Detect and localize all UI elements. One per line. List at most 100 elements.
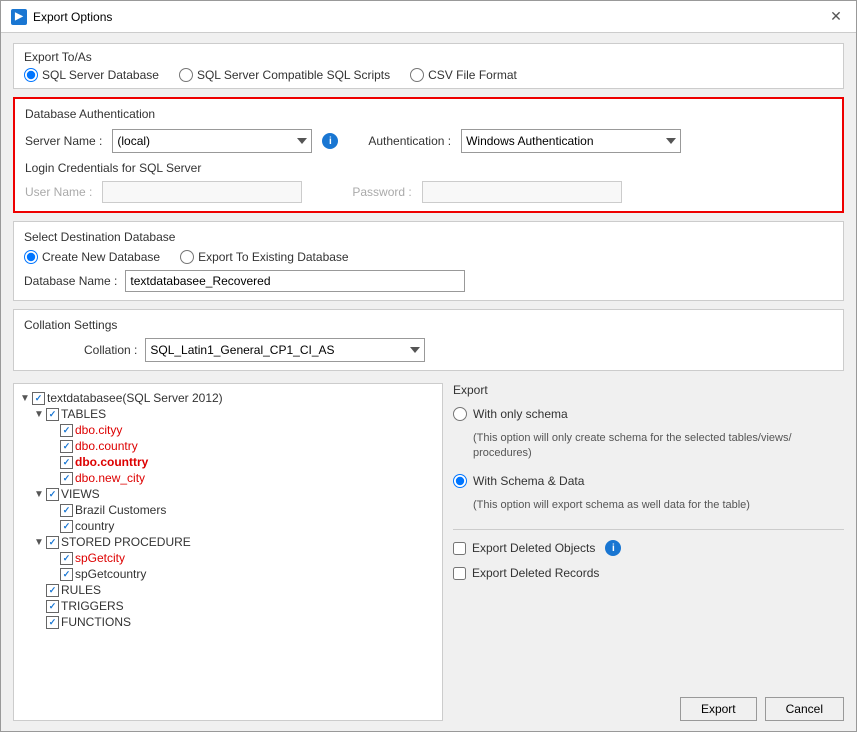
dbname-input[interactable] [125, 270, 465, 292]
radio-sql-scripts[interactable]: SQL Server Compatible SQL Scripts [179, 68, 390, 82]
export-deleted-objects-label: Export Deleted Objects [472, 541, 595, 555]
cityy-label: dbo.cityy [75, 423, 122, 437]
radio-export-existing-input[interactable] [180, 250, 194, 264]
divider [453, 529, 844, 530]
functions-checkbox[interactable] [46, 616, 59, 629]
tree-rules[interactable]: RULES [20, 582, 436, 598]
export-button[interactable]: Export [680, 697, 757, 721]
cancel-button[interactable]: Cancel [765, 697, 844, 721]
cityy-checkbox[interactable] [60, 424, 73, 437]
rules-label: RULES [61, 583, 101, 597]
schema-only-label: With only schema [473, 407, 568, 421]
country-view-checkbox[interactable] [60, 520, 73, 533]
collation-select[interactable]: SQL_Latin1_General_CP1_CI_AS [145, 338, 425, 362]
dest-db-title: Select Destination Database [24, 230, 833, 244]
tree-cityy[interactable]: dbo.cityy [20, 422, 436, 438]
spgetcountry-label: spGetcountry [75, 567, 146, 581]
db-auth-title: Database Authentication [25, 107, 832, 121]
counttry-checkbox[interactable] [60, 456, 73, 469]
credentials-title: Login Credentials for SQL Server [25, 161, 832, 175]
tree-country[interactable]: dbo.country [20, 438, 436, 454]
radio-export-existing[interactable]: Export To Existing Database [180, 250, 349, 264]
new-city-checkbox[interactable] [60, 472, 73, 485]
views-expand-icon: ▼ [34, 489, 44, 500]
tree-spgetcity[interactable]: spGetcity [20, 550, 436, 566]
export-options-dialog: ▶ Export Options ✕ Export To/As SQL Serv… [0, 0, 857, 732]
tree-new-city[interactable]: dbo.new_city [20, 470, 436, 486]
dest-db-options-row: Create New Database Export To Existing D… [24, 250, 833, 264]
country-checkbox[interactable] [60, 440, 73, 453]
radio-sql-scripts-label: SQL Server Compatible SQL Scripts [197, 68, 390, 82]
export-to-header: Export To/As [24, 50, 833, 64]
dbname-label: Database Name : [24, 274, 117, 288]
tables-checkbox[interactable] [46, 408, 59, 421]
server-name-select[interactable]: (local) [112, 129, 312, 153]
export-deleted-records-checkbox[interactable] [453, 567, 466, 580]
credentials-section: Login Credentials for SQL Server User Na… [25, 161, 832, 203]
schema-only-description: (This option will only create schema for… [473, 431, 844, 462]
auth-select[interactable]: Windows Authentication [461, 129, 681, 153]
rules-checkbox[interactable] [46, 584, 59, 597]
export-deleted-info-icon[interactable]: i [605, 540, 621, 556]
schema-data-description: (This option will export schema as well … [473, 498, 844, 513]
tree-triggers[interactable]: TRIGGERS [20, 598, 436, 614]
schema-data-option[interactable]: With Schema & Data [453, 474, 844, 488]
bottom-area: ▼ textdatabasee(SQL Server 2012) ▼ TABLE… [13, 383, 844, 721]
tree-tables[interactable]: ▼ TABLES [20, 406, 436, 422]
password-input[interactable] [422, 181, 622, 203]
auth-label: Authentication : [368, 134, 451, 148]
tree-brazil[interactable]: Brazil Customers [20, 502, 436, 518]
username-input[interactable] [102, 181, 302, 203]
tree-counttry[interactable]: dbo.counttry [20, 454, 436, 470]
radio-sql-db-label: SQL Server Database [42, 68, 159, 82]
spgetcity-checkbox[interactable] [60, 552, 73, 565]
functions-label: FUNCTIONS [61, 615, 131, 629]
cred-row: User Name : Password : [25, 181, 832, 203]
root-expand-icon: ▼ [20, 393, 30, 404]
tree-stored-proc[interactable]: ▼ STORED PROCEDURE [20, 534, 436, 550]
radio-create-new-input[interactable] [24, 250, 38, 264]
radio-create-new[interactable]: Create New Database [24, 250, 160, 264]
schema-data-radio[interactable] [453, 474, 467, 488]
export-panel: Export With only schema (This option wil… [453, 383, 844, 721]
root-checkbox[interactable] [32, 392, 45, 405]
export-deleted-objects-row[interactable]: Export Deleted Objects i [453, 540, 844, 556]
tree-views[interactable]: ▼ VIEWS [20, 486, 436, 502]
sp-expand-icon: ▼ [34, 537, 44, 548]
export-deleted-objects-checkbox[interactable] [453, 542, 466, 555]
tree-panel: ▼ textdatabasee(SQL Server 2012) ▼ TABLE… [13, 383, 443, 721]
close-button[interactable]: ✕ [826, 7, 846, 27]
country-view-label: country [75, 519, 114, 533]
collation-row: Collation : SQL_Latin1_General_CP1_CI_AS [24, 338, 833, 362]
tree-country-view[interactable]: country [20, 518, 436, 534]
sp-checkbox[interactable] [46, 536, 59, 549]
spgetcountry-checkbox[interactable] [60, 568, 73, 581]
server-name-label: Server Name : [25, 134, 102, 148]
triggers-checkbox[interactable] [46, 600, 59, 613]
radio-sql-scripts-input[interactable] [179, 68, 193, 82]
views-checkbox[interactable] [46, 488, 59, 501]
export-to-section: Export To/As SQL Server Database SQL Ser… [13, 43, 844, 89]
tree-spgetcountry[interactable]: spGetcountry [20, 566, 436, 582]
views-label: VIEWS [61, 487, 100, 501]
dialog-title: Export Options [33, 10, 112, 24]
dialog-content: Export To/As SQL Server Database SQL Ser… [1, 33, 856, 731]
title-bar-left: ▶ Export Options [11, 9, 112, 25]
brazil-checkbox[interactable] [60, 504, 73, 517]
tree-functions[interactable]: FUNCTIONS [20, 614, 436, 630]
tree-root[interactable]: ▼ textdatabasee(SQL Server 2012) [20, 390, 436, 406]
radio-sql-db-input[interactable] [24, 68, 38, 82]
radio-csv-format[interactable]: CSV File Format [410, 68, 517, 82]
schema-only-option[interactable]: With only schema [453, 407, 844, 421]
schema-only-radio[interactable] [453, 407, 467, 421]
action-buttons: Export Cancel [453, 689, 844, 721]
sp-label: STORED PROCEDURE [61, 535, 191, 549]
export-deleted-records-row[interactable]: Export Deleted Records [453, 566, 844, 580]
server-info-icon[interactable]: i [322, 133, 338, 149]
radio-create-new-label: Create New Database [42, 250, 160, 264]
radio-csv-input[interactable] [410, 68, 424, 82]
root-label: textdatabasee(SQL Server 2012) [47, 391, 223, 405]
username-label: User Name : [25, 185, 92, 199]
dbname-row: Database Name : [24, 270, 833, 292]
radio-sql-server-db[interactable]: SQL Server Database [24, 68, 159, 82]
